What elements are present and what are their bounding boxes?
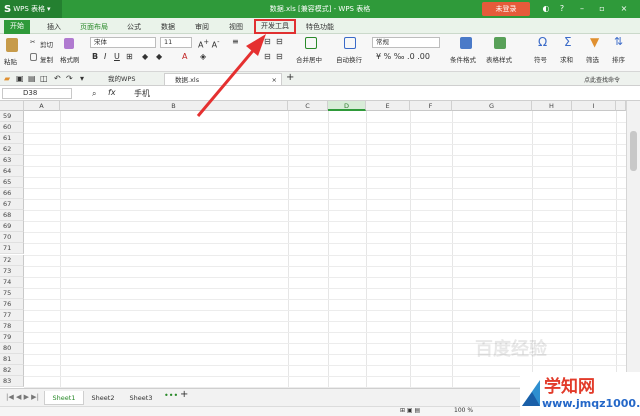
brand-name: 学知网 xyxy=(544,377,595,397)
brand-logo-icon xyxy=(522,380,540,406)
site-badge: 学知网 www.jmqz1000.com xyxy=(520,372,640,416)
arrow-head xyxy=(246,34,266,56)
annotation-arrow xyxy=(196,34,266,117)
arrow-shaft xyxy=(196,39,264,117)
brand-url: www.jmqz1000.com xyxy=(542,397,640,410)
